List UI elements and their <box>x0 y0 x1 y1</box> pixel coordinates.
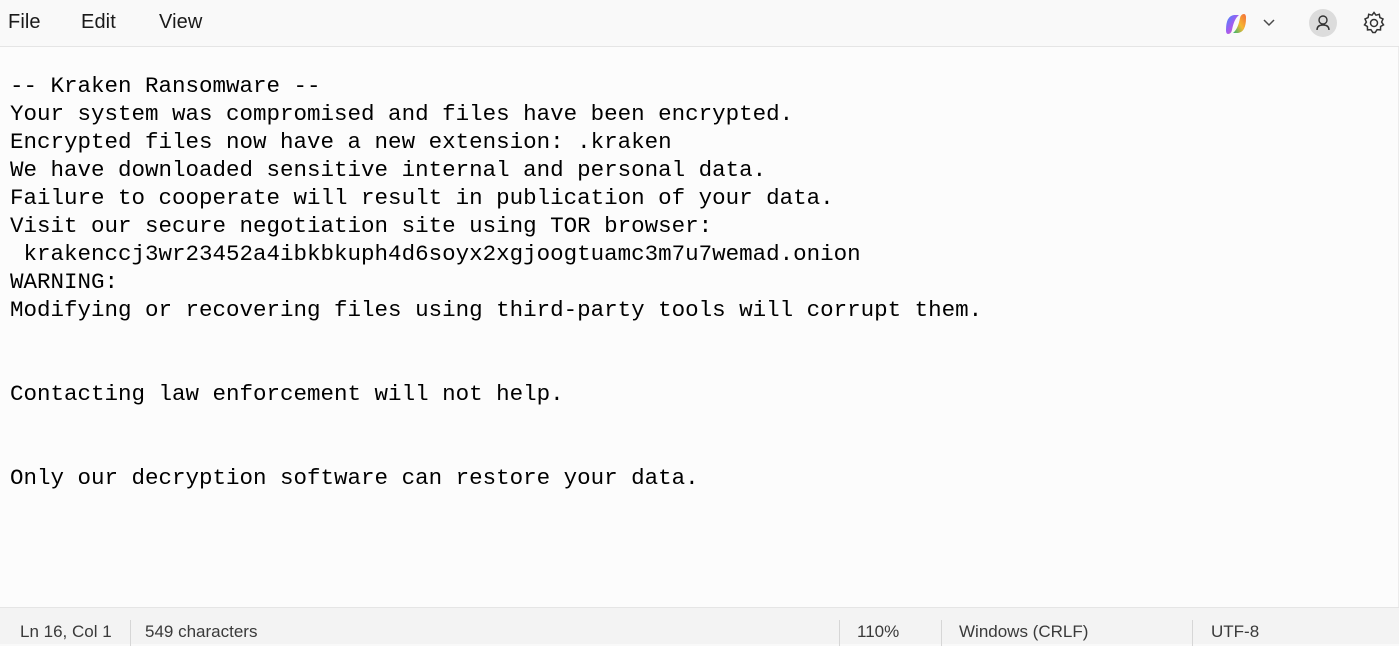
zoom-level[interactable]: 110% <box>857 622 899 642</box>
account-button[interactable] <box>1309 9 1337 37</box>
text-editor[interactable]: -- Kraken Ransomware -- Your system was … <box>0 47 1399 607</box>
editor-content[interactable]: -- Kraken Ransomware -- Your system was … <box>10 72 982 492</box>
gear-icon <box>1363 11 1385 34</box>
menu-file[interactable]: File <box>8 11 41 34</box>
copilot-button[interactable] <box>1222 10 1282 38</box>
status-divider <box>839 620 840 646</box>
account-icon <box>1316 15 1330 31</box>
settings-button[interactable] <box>1361 10 1387 36</box>
character-count: 549 characters <box>145 622 258 641</box>
menu-view[interactable]: View <box>159 11 202 34</box>
encoding[interactable]: UTF-8 <box>1211 622 1259 642</box>
menu-bar: File Edit View <box>0 0 1399 47</box>
chevron-down-icon <box>1263 19 1275 27</box>
menu-edit[interactable]: Edit <box>81 11 116 34</box>
cursor-position: Ln 16, Col 1 <box>20 622 112 641</box>
status-divider <box>1192 620 1193 646</box>
status-divider <box>941 620 942 646</box>
status-divider <box>130 620 131 646</box>
status-bar: Ln 16, Col 1 549 characters 110% Windows… <box>0 607 1399 646</box>
line-endings[interactable]: Windows (CRLF) <box>959 622 1088 642</box>
